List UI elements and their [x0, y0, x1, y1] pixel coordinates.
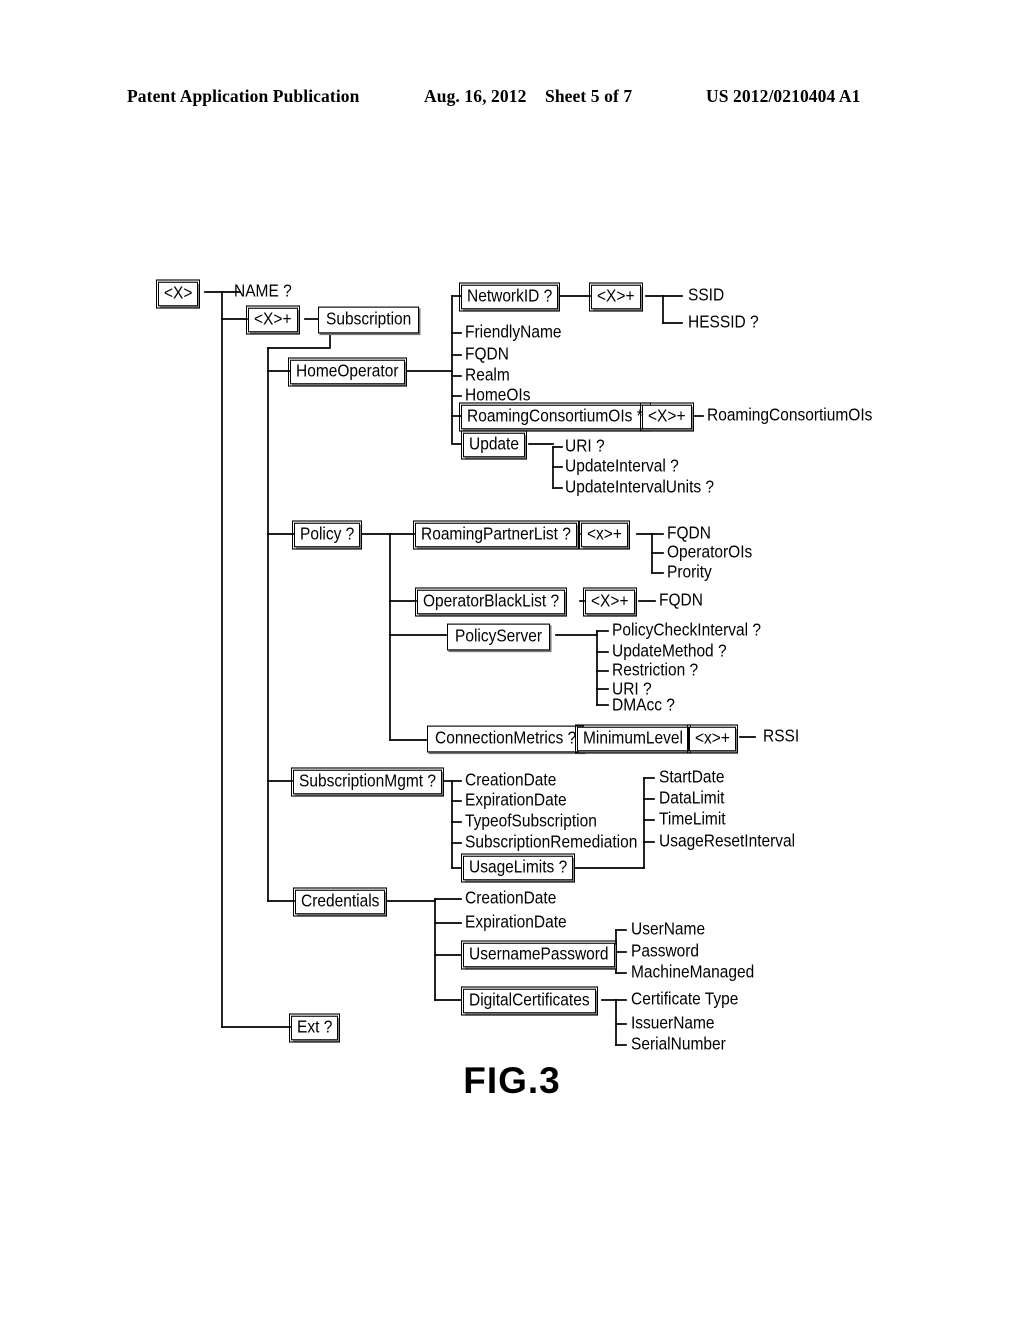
node-password[interactable]: Password [629, 941, 701, 962]
node-data-limit[interactable]: DataLimit [657, 788, 726, 809]
node-expiration-date-subscription[interactable]: ExpirationDate [463, 790, 569, 811]
node-creation-date-subscription[interactable]: CreationDate [463, 770, 558, 791]
node-issuer-name[interactable]: IssuerName [629, 1013, 717, 1034]
node-credentials[interactable]: Credentials [292, 886, 389, 918]
figure-3-tree-diagram: <X> NAME ? <X>+ Subscription HomeOperato… [0, 0, 1024, 1320]
node-realm[interactable]: Realm [463, 365, 512, 386]
node-update-interval[interactable]: UpdateInterval ? [563, 456, 681, 477]
node-dmacc[interactable]: DMAcc ? [610, 695, 677, 716]
node-creation-date-credentials[interactable]: CreationDate [463, 888, 558, 909]
node-x-plus-network[interactable]: <X>+ [588, 281, 644, 313]
node-username-password[interactable]: UsernamePassword [460, 939, 618, 971]
tree-connectors [204, 291, 756, 1046]
node-ssid[interactable]: SSID [686, 285, 726, 306]
node-connection-metrics[interactable]: ConnectionMetrics ? [427, 725, 585, 753]
node-root[interactable]: <X> [155, 278, 202, 310]
node-home-ois[interactable]: HomeOIs [463, 385, 532, 406]
node-network-id[interactable]: NetworkID ? [458, 281, 561, 313]
node-hessid[interactable]: HESSID ? [686, 312, 761, 333]
node-x-plus-subscription[interactable]: <X>+ [245, 304, 301, 336]
node-digital-certificates[interactable]: DigitalCertificates [460, 985, 599, 1017]
node-policy[interactable]: Policy ? [291, 519, 363, 551]
node-usage-limits[interactable]: UsageLimits ? [460, 852, 576, 884]
node-certificate-type[interactable]: Certificate Type [629, 989, 740, 1010]
node-policy-server[interactable]: PolicyServer [447, 623, 550, 651]
node-home-operator[interactable]: HomeOperator [287, 356, 408, 388]
node-x-plus-operator-black-list[interactable]: <X>+ [582, 586, 638, 618]
node-x-plus-roaming-partner[interactable]: <x>+ [578, 519, 631, 551]
node-update-interval-units[interactable]: UpdateIntervalUnits ? [563, 477, 716, 498]
node-minimum-level[interactable]: MinimumLevel [574, 723, 692, 755]
node-expiration-date-credentials[interactable]: ExpirationDate [463, 912, 569, 933]
node-time-limit[interactable]: TimeLimit [657, 809, 728, 830]
node-rssi[interactable]: RSSI [761, 726, 801, 747]
node-update[interactable]: Update [460, 429, 528, 461]
node-fqdn-home[interactable]: FQDN [463, 344, 511, 365]
node-subscription[interactable]: Subscription [318, 306, 420, 334]
node-serial-number[interactable]: SerialNumber [629, 1034, 728, 1055]
node-machine-managed[interactable]: MachineManaged [629, 962, 756, 983]
node-usage-reset-interval[interactable]: UsageResetInterval [657, 831, 797, 852]
node-roaming-consortium-ois[interactable]: RoamingConsortiumOIs [705, 405, 874, 426]
node-ext[interactable]: Ext ? [288, 1012, 341, 1044]
node-policy-check-interval[interactable]: PolicyCheckInterval ? [610, 620, 763, 641]
node-x-plus-roaming-consortium[interactable]: <X>+ [639, 401, 695, 433]
node-operator-ois[interactable]: OperatorOIs [665, 542, 754, 563]
node-name[interactable]: NAME ? [232, 281, 294, 302]
node-subscription-remediation[interactable]: SubscriptionRemediation [463, 832, 639, 853]
node-friendly-name[interactable]: FriendlyName [463, 322, 563, 343]
node-x-plus-minimum-level[interactable]: <x>+ [686, 723, 739, 755]
node-type-of-subscription[interactable]: TypeofSubscription [463, 811, 599, 832]
figure-label: FIG.3 [463, 1060, 561, 1101]
node-fqdn-operator-black-list[interactable]: FQDN [657, 590, 705, 611]
node-roaming-partner-list[interactable]: RoamingPartnerList ? [412, 519, 580, 551]
node-operator-black-list[interactable]: OperatorBlackList ? [414, 586, 568, 618]
node-roaming-consortium-ois-star[interactable]: RoamingConsortiumOIs * [458, 401, 652, 433]
patent-page: Patent Application Publication Aug. 16, … [0, 0, 1024, 1320]
node-subscription-mgmt[interactable]: SubscriptionMgmt ? [290, 766, 445, 798]
node-uri-update[interactable]: URI ? [563, 436, 607, 457]
node-user-name[interactable]: UserName [629, 919, 707, 940]
node-start-date[interactable]: StartDate [657, 767, 726, 788]
node-prority[interactable]: Prority [665, 562, 714, 583]
